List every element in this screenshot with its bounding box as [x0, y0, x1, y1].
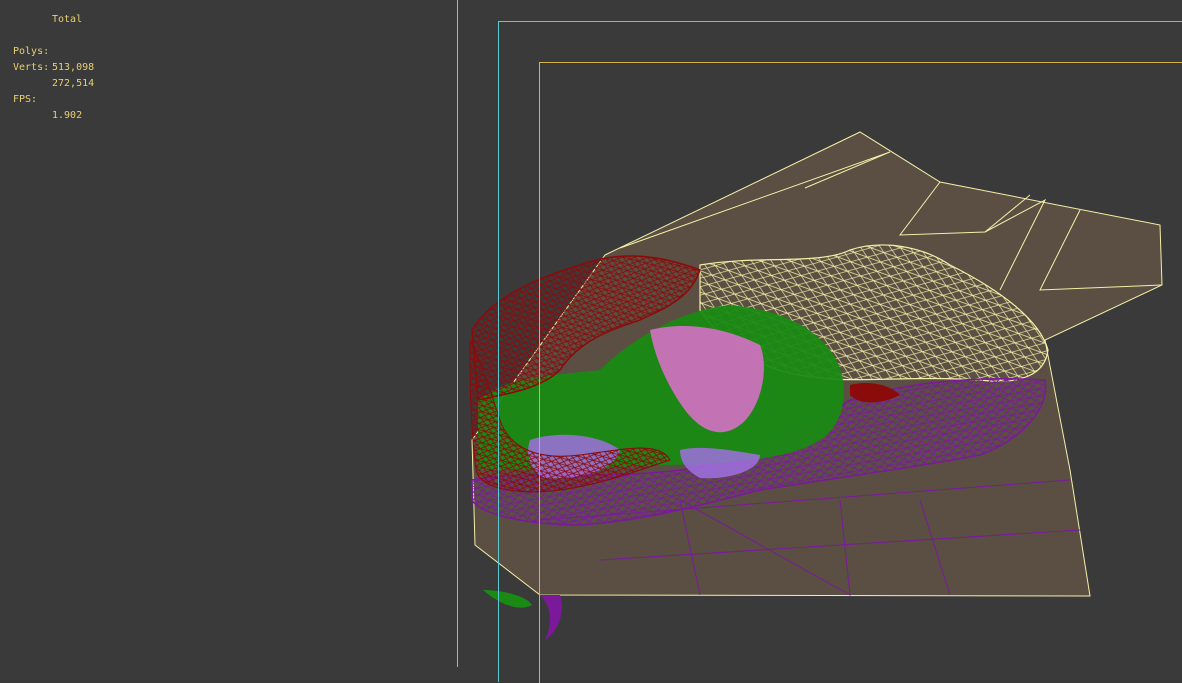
verts-value: 272,514 [52, 78, 95, 89]
viewport-statistics: Total Polys: 513,098 Verts: 272,514 FPS:… [13, 12, 94, 121]
viewport-perspective[interactable]: Total Polys: 513,098 Verts: 272,514 FPS:… [0, 0, 1182, 683]
fps-label: FPS: [13, 94, 38, 105]
safe-frame-title [539, 62, 1182, 683]
viewport-divider-line [457, 0, 458, 667]
stats-header: Total [52, 14, 83, 25]
polys-value: 513,098 [52, 62, 95, 73]
fps-value: 1.902 [52, 110, 83, 121]
